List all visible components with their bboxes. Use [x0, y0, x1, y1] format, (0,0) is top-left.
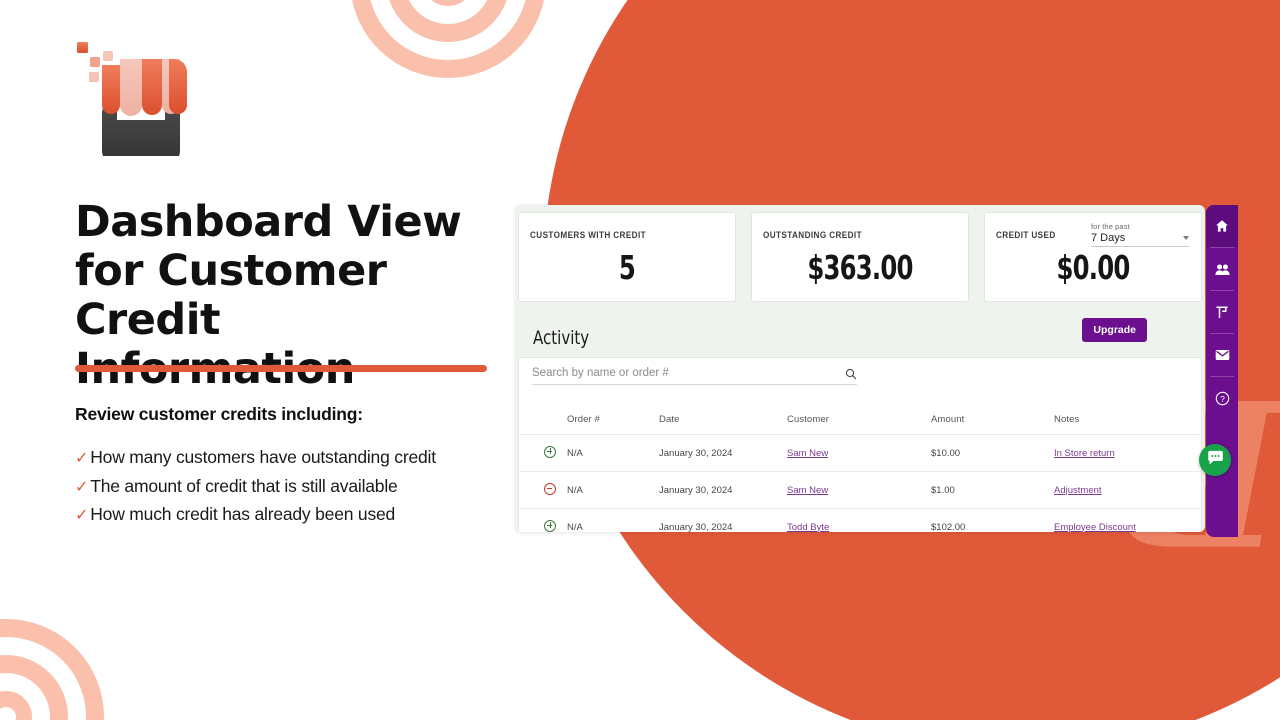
- list-item: ✓ The amount of credit that is still ava…: [75, 473, 505, 502]
- cell-date: January 30, 2024: [659, 508, 787, 532]
- table-row[interactable]: N/A January 30, 2024 Todd Byte $102.00 E…: [519, 508, 1203, 533]
- help-icon: ?: [1215, 391, 1230, 406]
- table-header-row: Order # Date Customer Amount Notes: [519, 414, 1203, 435]
- customer-link[interactable]: Sam New: [787, 485, 828, 496]
- cell-order: N/A: [567, 434, 659, 472]
- cell-amount: $1.00: [931, 471, 1054, 509]
- subheading: Review customer credits including:: [75, 404, 363, 424]
- rail-item-tag[interactable]: [1206, 291, 1238, 333]
- dashboard-screenshot: CUSTOMERS WITH CREDIT 5 OUTSTANDING CRED…: [515, 205, 1205, 532]
- stat-card-credit-used: CREDIT USED for the past 7 Days $0.00: [984, 212, 1202, 302]
- headline-line-2: for Customer Credit: [75, 246, 387, 345]
- cell-amount: $102.00: [931, 508, 1054, 532]
- activity-section-title: Activity: [533, 327, 590, 349]
- check-icon: ✓: [75, 478, 89, 496]
- list-item: ✓ How many customers have outstanding cr…: [75, 444, 505, 473]
- column-header-customer: Customer: [787, 414, 829, 425]
- stat-card-label: OUTSTANDING CREDIT: [763, 230, 862, 241]
- cell-date: January 30, 2024: [659, 471, 787, 509]
- upgrade-button[interactable]: Upgrade: [1082, 318, 1147, 342]
- activity-table: Order # Date Customer Amount Notes N/A J…: [519, 414, 1203, 532]
- column-header-amount: Amount: [931, 414, 965, 425]
- note-link[interactable]: In Store return: [1054, 448, 1115, 459]
- activity-panel: Order # Date Customer Amount Notes N/A J…: [518, 357, 1203, 532]
- stat-card-label: CREDIT USED: [996, 230, 1056, 241]
- search-icon[interactable]: [845, 367, 857, 380]
- list-item-label: How much credit has already been used: [90, 504, 396, 524]
- storefront-logo: [75, 38, 195, 156]
- headline-line-1: Dashboard View: [75, 197, 462, 247]
- tag-icon: [1215, 305, 1229, 319]
- cell-date: January 30, 2024: [659, 434, 787, 472]
- rail-item-customers[interactable]: [1206, 248, 1238, 290]
- chat-bubble-icon: [1207, 450, 1224, 471]
- stat-card-label: CUSTOMERS WITH CREDIT: [530, 230, 647, 241]
- stat-card-row: CUSTOMERS WITH CREDIT 5 OUTSTANDING CRED…: [518, 212, 1202, 302]
- column-header-notes: Notes: [1054, 414, 1080, 425]
- note-link[interactable]: Adjustment: [1054, 485, 1102, 496]
- svg-text:?: ?: [1220, 393, 1225, 403]
- cell-amount: $10.00: [931, 434, 1054, 472]
- benefits-list: ✓ How many customers have outstanding cr…: [75, 444, 505, 530]
- column-header-order: Order #: [567, 414, 600, 425]
- right-icon-rail: ?: [1206, 205, 1238, 537]
- table-row[interactable]: N/A January 30, 2024 Sam New $10.00 In S…: [519, 434, 1203, 472]
- cell-order: N/A: [567, 471, 659, 509]
- column-header-date: Date: [659, 414, 680, 425]
- home-icon: [1215, 219, 1229, 233]
- search-bar[interactable]: [532, 367, 857, 385]
- period-select[interactable]: for the past 7 Days: [1091, 222, 1189, 247]
- list-item: ✓ How much credit has already been used: [75, 501, 505, 530]
- people-icon: [1214, 263, 1230, 276]
- slide-canvas: pung Bung: [0, 0, 1280, 720]
- customer-link[interactable]: Sam New: [787, 448, 828, 459]
- list-item-label: The amount of credit that is still avail…: [90, 475, 398, 496]
- cell-order: N/A: [567, 508, 659, 532]
- rail-item-home[interactable]: [1206, 205, 1238, 247]
- search-input[interactable]: [532, 367, 817, 379]
- stat-card-value: $0.00: [1056, 248, 1131, 287]
- check-icon: ✓: [75, 450, 89, 467]
- rail-item-help[interactable]: ?: [1206, 377, 1238, 419]
- rail-item-messages[interactable]: [1206, 334, 1238, 376]
- credit-plus-icon: [544, 519, 556, 532]
- title-underline-rule: [75, 365, 487, 372]
- chevron-down-icon: [1183, 236, 1189, 240]
- table-row[interactable]: N/A January 30, 2024 Sam New $1.00 Adjus…: [519, 471, 1203, 509]
- credit-plus-icon: [544, 445, 556, 458]
- envelope-icon: [1215, 349, 1230, 361]
- stat-card-value: 5: [618, 248, 636, 287]
- stat-card-value: $363.00: [807, 248, 913, 287]
- column-header-icon: [519, 414, 567, 435]
- stat-card-outstanding-credit: OUTSTANDING CREDIT $363.00: [751, 212, 969, 302]
- list-item-label: How many customers have outstanding cred…: [90, 447, 436, 467]
- chat-launcher-button[interactable]: [1199, 444, 1231, 476]
- left-content-column: Dashboard View for Customer Credit Infor…: [75, 0, 505, 720]
- period-caption: for the past: [1091, 222, 1130, 231]
- stat-card-customers-with-credit: CUSTOMERS WITH CREDIT 5: [518, 212, 736, 302]
- check-icon: ✓: [75, 507, 89, 524]
- credit-minus-icon: [544, 482, 556, 495]
- period-value: 7 Days: [1091, 232, 1126, 244]
- note-link[interactable]: Employee Discount: [1054, 522, 1136, 533]
- customer-link[interactable]: Todd Byte: [787, 522, 829, 533]
